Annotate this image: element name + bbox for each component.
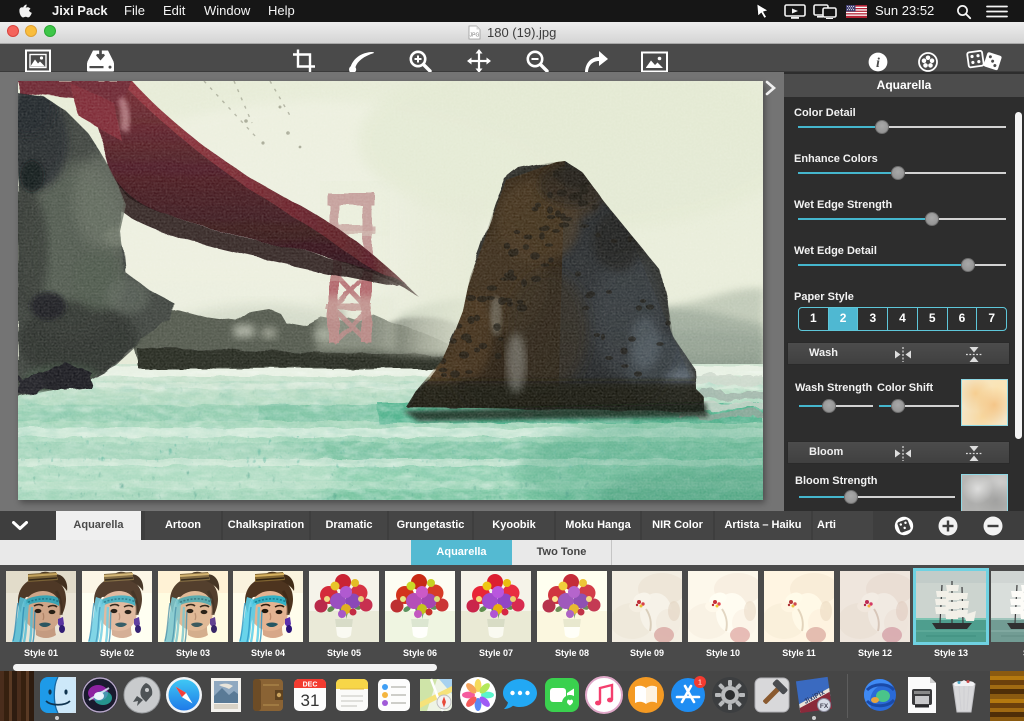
- svg-text:FX: FX: [820, 703, 829, 710]
- svg-text:JPG: JPG: [470, 33, 480, 39]
- svg-text:i: i: [876, 56, 880, 71]
- svg-text:DEC: DEC: [303, 682, 318, 689]
- svg-text:31: 31: [301, 691, 320, 710]
- svg-text:1: 1: [698, 678, 702, 687]
